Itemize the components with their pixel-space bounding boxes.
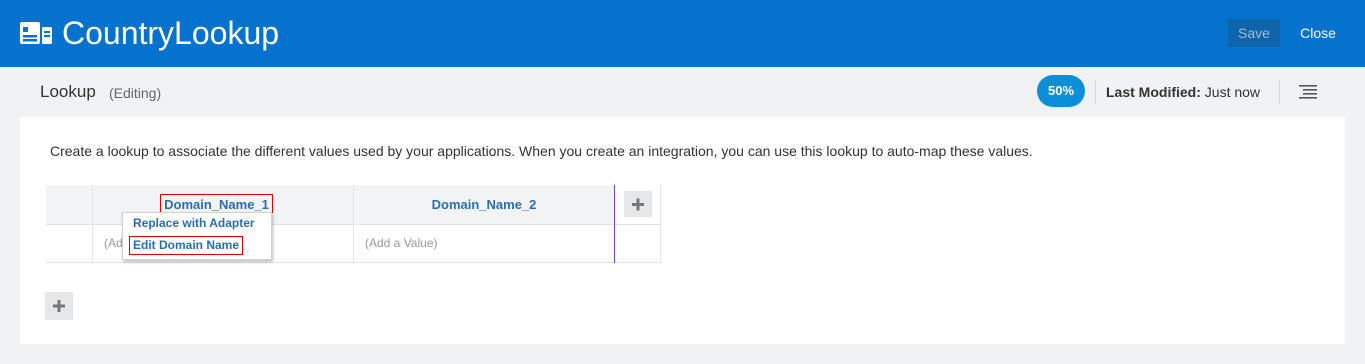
last-modified: Last Modified: Just now [1106,84,1260,100]
page-title: Lookup [40,82,96,101]
add-row-button[interactable] [45,292,73,320]
last-modified-value: Just now [1204,84,1261,100]
close-button[interactable]: Close [1292,19,1344,47]
editing-status: (Editing) [109,85,162,101]
column-header-domain-2[interactable]: Domain_Name_2 [354,197,614,212]
divider [1095,80,1096,104]
column-resize-handle[interactable] [614,185,615,263]
plus-icon [632,198,644,211]
divider [660,185,661,263]
value-cell-2[interactable]: (Add a Value) [365,236,438,250]
lookup-description: Create a lookup to associate the differe… [50,143,1033,159]
list-menu-icon[interactable] [1299,84,1317,100]
divider [92,185,93,263]
save-button[interactable]: Save [1228,19,1280,47]
add-column-button[interactable] [624,191,652,217]
app-title: CountryLookup [62,15,280,51]
lookup-document-icon [20,22,52,44]
menu-item-edit-domain-name[interactable]: Edit Domain Name [133,238,239,252]
menu-item-replace-with-adapter[interactable]: Replace with Adapter [133,216,255,230]
column-header-domain-1[interactable]: Domain_Name_1 [160,197,273,212]
plus-icon [53,300,65,312]
progress-badge[interactable]: 50% [1037,75,1085,107]
last-modified-label: Last Modified: [1106,84,1201,100]
divider [1279,80,1280,104]
